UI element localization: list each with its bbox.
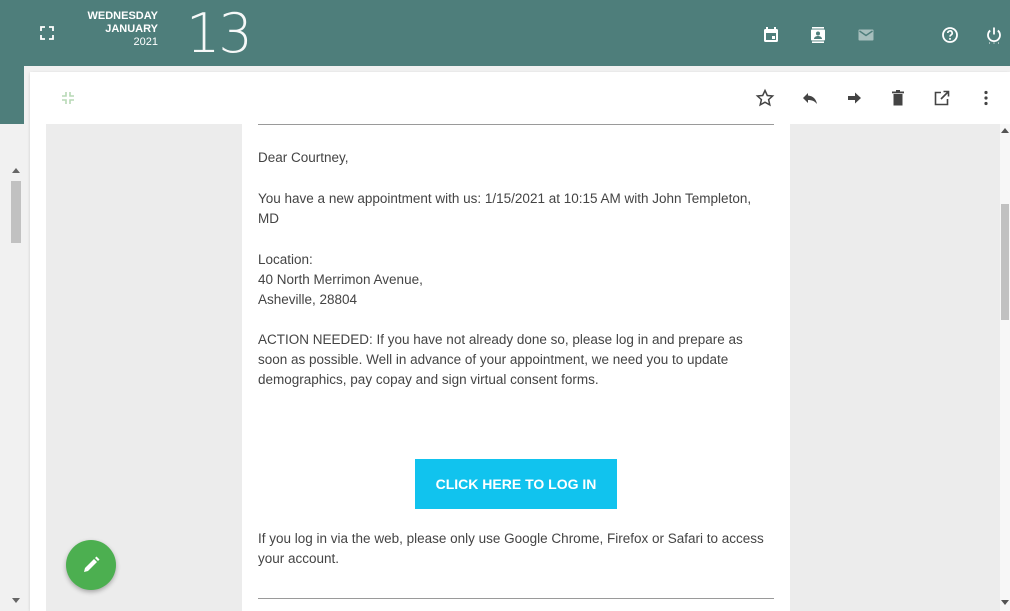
trash-icon[interactable] [888, 88, 908, 108]
scroll-thumb[interactable] [1001, 204, 1009, 320]
email-gutter-right [790, 124, 1000, 611]
appointment-paragraph: You have a new appointment with us: 1/15… [258, 189, 774, 229]
location-label: Location: [258, 252, 313, 267]
header-strip [0, 66, 24, 124]
email-scrollbar[interactable] [1000, 124, 1010, 611]
reply-icon[interactable] [800, 88, 820, 108]
help-icon[interactable] [941, 26, 959, 44]
email-gutter-left [46, 124, 242, 611]
scroll-up-arrow[interactable] [12, 168, 20, 173]
scroll-down-arrow[interactable] [12, 598, 20, 603]
appointment-line: MD [258, 211, 279, 226]
address-line: Asheville, 28804 [258, 292, 358, 307]
weekday-label: WEDNESDAY [87, 10, 159, 22]
action-line: ACTION NEEDED: If you have not already d… [258, 332, 743, 347]
scroll-down-arrow[interactable] [1001, 600, 1009, 605]
list-scrollbar[interactable] [8, 163, 24, 608]
calendar-icon[interactable] [762, 26, 780, 44]
browser-line: your account. [258, 551, 340, 566]
message-toolbar [30, 72, 1010, 124]
top-divider [258, 124, 774, 125]
action-line: demographics, pay copay and sign virtual… [258, 372, 599, 387]
email-body: Dear Courtney, You have a new appointmen… [242, 124, 790, 611]
login-button[interactable]: CLICK HERE TO LOG IN [415, 459, 617, 509]
year-label: 2021 [133, 36, 158, 48]
bottom-divider [258, 598, 774, 599]
expand-icon[interactable] [40, 26, 54, 40]
browser-paragraph: If you log in via the web, please only u… [258, 529, 774, 569]
forward-icon[interactable] [845, 88, 865, 108]
month-label: JANUARY [105, 23, 158, 35]
pencil-icon [81, 555, 101, 575]
location-paragraph: Location: 40 North Merrimon Avenue, Ashe… [258, 250, 774, 310]
more-vert-icon[interactable] [976, 88, 996, 108]
action-line: soon as possible. Well in advance of you… [258, 352, 729, 367]
appointment-line: You have a new appointment with us: 1/15… [258, 191, 752, 206]
scroll-thumb[interactable] [11, 181, 21, 243]
compose-button[interactable] [66, 540, 116, 590]
collapse-icon[interactable] [60, 90, 76, 106]
star-icon[interactable] [755, 88, 775, 108]
mail-icon[interactable] [857, 26, 875, 44]
power-icon[interactable] [985, 26, 1003, 44]
date-block: WEDNESDAY JANUARY 2021 [66, 10, 159, 49]
contacts-icon[interactable] [809, 26, 827, 44]
top-header: WEDNESDAY JANUARY 2021 13 [0, 0, 1010, 66]
message-panel: Dear Courtney, You have a new appointmen… [30, 72, 1010, 611]
address-line: 40 North Merrimon Avenue, [258, 272, 423, 287]
greeting: Dear Courtney, [258, 150, 349, 165]
browser-line: If you log in via the web, please only u… [258, 531, 764, 546]
open-external-icon[interactable] [932, 88, 952, 108]
action-paragraph: ACTION NEEDED: If you have not already d… [258, 330, 774, 390]
scroll-up-arrow[interactable] [1001, 128, 1009, 133]
day-number: 13 [186, 2, 253, 65]
